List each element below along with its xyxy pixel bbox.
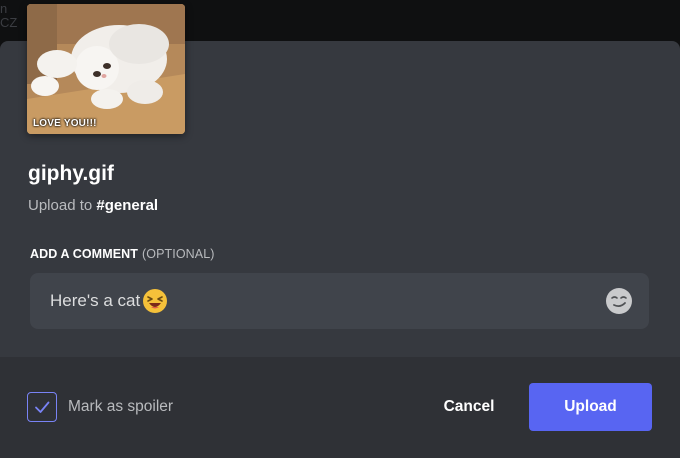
spoiler-checkbox[interactable] [27,392,57,422]
file-name: giphy.gif [28,162,114,185]
comment-value: Here's a cat [50,291,141,310]
attachment-thumbnail: LOVE YOU!!! [27,4,185,134]
cat-image [27,4,185,134]
laughing-face-icon [142,288,168,314]
upload-button[interactable]: Upload [529,383,652,431]
comment-label: ADD A COMMENT (OPTIONAL) [30,247,215,261]
spoiler-label[interactable]: Mark as spoiler [68,398,173,416]
comment-input[interactable]: Here's a cat [50,273,590,329]
upload-prefix: Upload to [28,197,97,214]
cancel-button[interactable]: Cancel [426,384,512,430]
checkmark-icon [35,401,50,413]
comment-field[interactable]: Here's a cat [30,273,649,329]
comment-optional-text: (OPTIONAL) [142,247,215,261]
upload-destination: Upload to #general [28,197,158,214]
channel-name: #general [96,197,159,214]
thumbnail-caption: LOVE YOU!!! [33,118,97,129]
comment-label-text: ADD A COMMENT [30,247,139,261]
smirking-face-icon[interactable] [605,287,633,315]
